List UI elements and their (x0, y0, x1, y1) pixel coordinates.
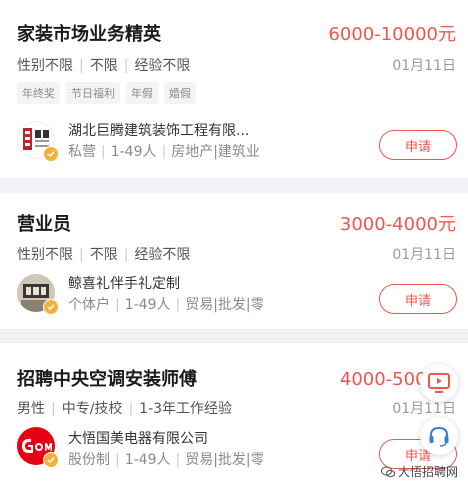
watermark-text: 大悟招聘网 (397, 465, 458, 479)
job-requirements: 男性 | 中专/技校 | 1-3年工作经验 (17, 398, 232, 418)
job-title[interactable]: 营业员 (17, 210, 71, 236)
benefit-tag: 婚假 (164, 82, 196, 104)
apply-button[interactable]: 申请 (379, 284, 457, 314)
req-gender: 性别不限 (17, 247, 73, 263)
post-date: 01月11日 (392, 58, 456, 74)
divider: | (79, 247, 84, 263)
benefit-tag: 年假 (126, 82, 158, 104)
req-gender: 男性 (17, 401, 45, 417)
divider: | (175, 297, 181, 313)
verified-icon (43, 452, 59, 468)
benefit-tag: 节日福利 (66, 82, 120, 104)
video-float-button[interactable] (420, 364, 458, 402)
req-experience: 经验不限 (134, 247, 191, 263)
post-date: 01月11日 (392, 401, 456, 417)
req-education: 中专/技校 (61, 401, 123, 417)
verified-icon (43, 146, 59, 162)
divider: | (161, 144, 167, 160)
headset-icon (429, 426, 449, 447)
job-requirements: 性别不限 | 不限 | 经验不限 (17, 55, 190, 75)
monitor-play-icon (428, 373, 450, 393)
watermark: 大悟招聘网 (380, 463, 458, 480)
req-experience: 1-3年工作经验 (139, 401, 233, 417)
divider: | (175, 452, 181, 468)
company-type: 私营 (68, 144, 96, 160)
verified-icon (43, 299, 59, 315)
job-card-2[interactable]: 营业员 3000-4000元 性别不限 | 不限 | 经验不限 01月11日 鲸喜礼伴手… (0, 193, 468, 329)
company-name[interactable]: 鲸喜礼伴手礼定制 (68, 273, 180, 293)
divider: | (128, 401, 134, 417)
company-size: 1-49人 (124, 297, 171, 313)
divider: | (123, 247, 129, 263)
benefit-tags: 年终奖 节日福利 年假 婚假 (17, 82, 196, 104)
company-logo[interactable] (17, 274, 59, 315)
req-education: 不限 (89, 58, 118, 74)
req-education: 不限 (89, 247, 118, 263)
benefit-tag: 年终奖 (17, 82, 60, 104)
job-title[interactable]: 家装市场业务精英 (17, 20, 161, 46)
company-meta: 个体户|1-49人|贸易|批发|零售 (68, 294, 263, 314)
job-salary: 6000-10000元 (328, 24, 456, 45)
company-meta: 股份制|1-49人|贸易|批发|零售 (68, 449, 263, 469)
company-size: 1-49人 (124, 452, 171, 468)
divider: | (115, 452, 120, 468)
divider: | (115, 297, 120, 313)
company-name[interactable]: 大悟国美电器有限公司 (68, 428, 208, 448)
company-logo[interactable] (17, 427, 59, 468)
job-card-1[interactable]: 家装市场业务精英 6000-10000元 性别不限 | 不限 | 经验不限 01月11日… (0, 0, 468, 178)
company-logo[interactable] (17, 121, 59, 162)
divider: | (51, 401, 56, 417)
req-gender: 性别不限 (17, 58, 73, 74)
company-type: 股份制 (68, 452, 110, 468)
apply-button[interactable]: 申请 (379, 130, 457, 160)
company-industry: 贸易|批发|零售 (185, 452, 263, 468)
customer-service-float-button[interactable] (420, 417, 458, 455)
post-date: 01月11日 (392, 247, 456, 263)
job-requirements: 性别不限 | 不限 | 经验不限 (17, 244, 190, 264)
job-salary: 3000-4000元 (339, 214, 456, 235)
company-industry: 贸易|批发|零售 (185, 297, 263, 313)
company-meta: 私营 | 1-49人 | 房地产|建筑业 (68, 141, 263, 161)
company-type: 个体户 (68, 297, 110, 313)
divider: | (123, 58, 129, 74)
req-experience: 经验不限 (134, 58, 191, 74)
company-size: 1-49人 (110, 144, 157, 160)
wechat-icon (380, 465, 395, 477)
company-name[interactable]: 湖北巨腾建筑装饰工程有限... (68, 120, 249, 140)
divider: | (101, 144, 106, 160)
job-title[interactable]: 招聘中央空调安装师傅 (17, 365, 197, 391)
company-industry: 房地产|建筑业 (171, 144, 260, 160)
divider: | (79, 58, 84, 74)
